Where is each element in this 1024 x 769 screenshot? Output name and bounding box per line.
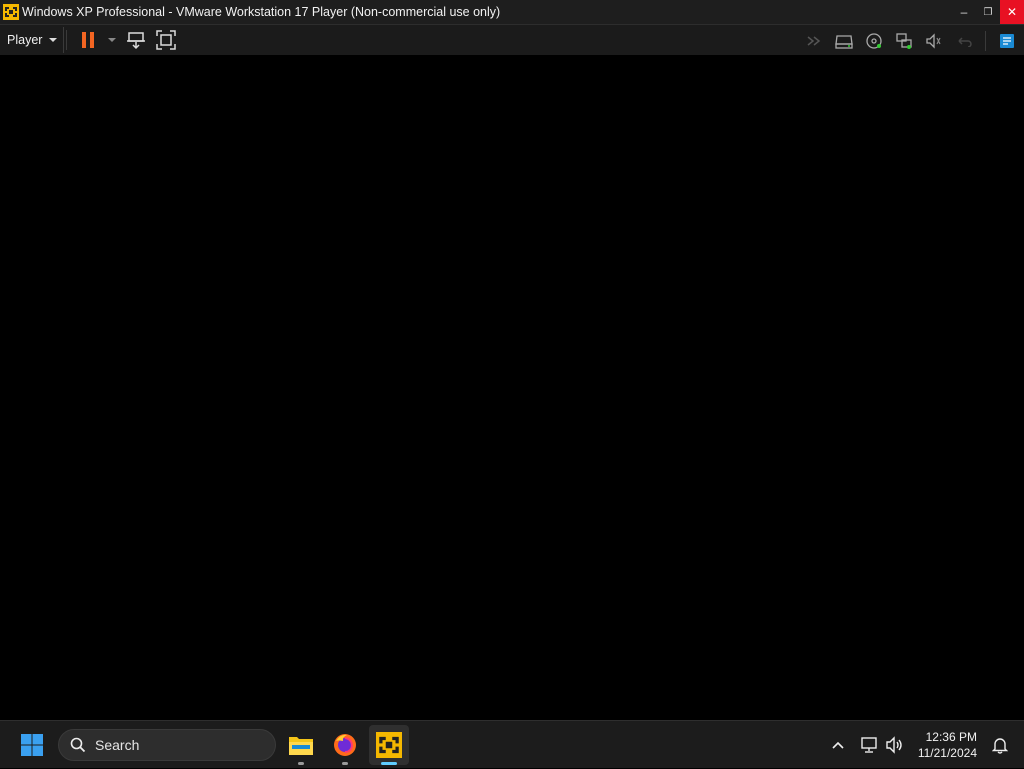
active-indicator (381, 762, 397, 765)
minimize-icon: – (960, 5, 968, 19)
chevron-up-icon (832, 741, 844, 749)
start-button[interactable] (14, 727, 50, 763)
minimize-button[interactable]: – (952, 0, 976, 24)
back-icon (958, 36, 972, 47)
show-hidden-icons-button[interactable] (826, 733, 850, 757)
power-options-dropdown[interactable] (105, 28, 119, 52)
bell-icon (992, 738, 1008, 754)
send-ctrl-alt-del-button[interactable] (124, 28, 148, 52)
running-indicator (298, 762, 304, 765)
player-menu-label: Player (7, 33, 43, 47)
sound-card-icon (926, 32, 941, 49)
forward-button[interactable] (802, 29, 826, 53)
fullscreen-button[interactable] (154, 28, 178, 52)
forward-icon (807, 35, 821, 46)
toolbar-separator-right (985, 30, 986, 51)
taskbar-clock[interactable]: 12:36 PM 11/21/2024 (918, 729, 977, 761)
notes-icon (1000, 33, 1014, 48)
running-indicator (342, 762, 348, 765)
back-button[interactable] (952, 29, 976, 53)
volume-icon (886, 736, 902, 754)
windows-logo-icon (21, 734, 43, 756)
send-ctrl-alt-del-icon (127, 32, 146, 50)
restore-button[interactable]: ❐ (976, 0, 1000, 24)
volume-button[interactable] (883, 733, 907, 757)
file-explorer-icon (289, 737, 313, 755)
player-menu-button[interactable]: Player (1, 27, 65, 53)
pause-button[interactable] (76, 28, 100, 52)
firefox-icon (334, 734, 356, 756)
taskbar-vmware-player[interactable] (369, 725, 409, 765)
player-toolbar: Player (0, 24, 1024, 55)
network-icon (861, 737, 877, 753)
clock-date: 11/21/2024 (917, 746, 977, 760)
removable-drive-button[interactable] (832, 29, 856, 53)
cd-dvd-button[interactable] (862, 29, 886, 53)
search-icon (69, 736, 87, 754)
cd-dvd-icon (866, 32, 882, 49)
window-title: Windows XP Professional - VMware Worksta… (22, 5, 501, 19)
vmware-logo-icon (3, 4, 19, 20)
fullscreen-icon (156, 30, 177, 50)
chevron-down-icon (49, 38, 58, 42)
window-titlebar[interactable]: Windows XP Professional - VMware Worksta… (0, 0, 1024, 24)
close-button[interactable]: ✕ (1000, 0, 1024, 24)
taskbar-file-explorer[interactable] (281, 725, 321, 765)
windows-taskbar: Search 12:36 PM 11/21/2024 (0, 720, 1024, 768)
close-icon: ✕ (1006, 5, 1018, 19)
taskbar-search[interactable]: Search (58, 729, 276, 761)
vm-display[interactable] (0, 56, 1024, 720)
network-adapter-icon (896, 32, 912, 49)
search-label: Search (95, 737, 140, 753)
dropdown-arrow-icon (108, 38, 117, 42)
clock-time: 12:36 PM (925, 730, 977, 744)
toolbar-separator (66, 30, 68, 50)
notifications-button[interactable] (988, 733, 1012, 757)
notes-button[interactable] (995, 29, 1019, 53)
system-tray: 12:36 PM 11/21/2024 (825, 721, 1024, 769)
removable-drive-icon (835, 34, 853, 49)
network-adapter-button[interactable] (892, 29, 916, 53)
restore-icon: ❐ (983, 6, 993, 18)
sound-card-button[interactable] (922, 29, 946, 53)
network-status-button[interactable] (857, 733, 881, 757)
vmware-player-icon (376, 732, 402, 758)
taskbar-firefox[interactable] (325, 725, 365, 765)
pause-icon (82, 32, 95, 48)
